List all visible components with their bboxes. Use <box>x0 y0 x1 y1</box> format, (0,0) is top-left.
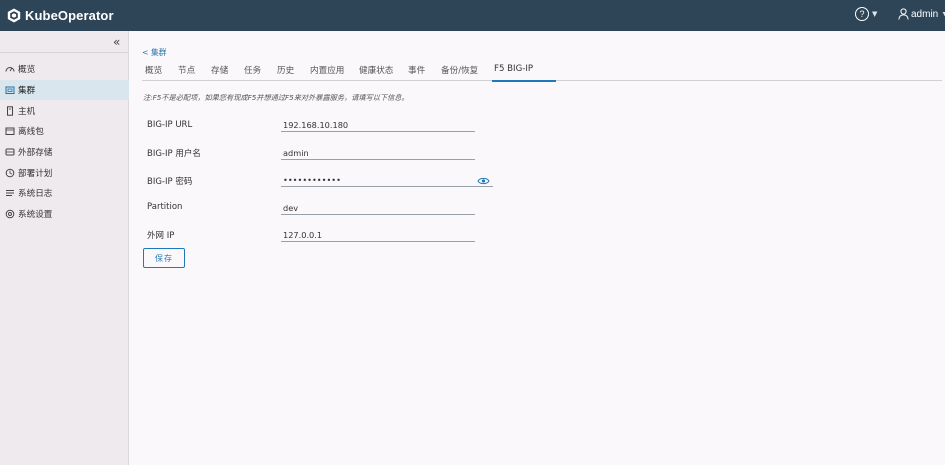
bigip-user-label: BIG-IP 用户名 <box>147 149 201 159</box>
plan-icon <box>5 168 15 178</box>
tab-bar: 概览 节点 存储 任务 历史 内置应用 健康状态 事件 备份/恢复 F5 BIG… <box>142 64 942 82</box>
sidebar-item-log[interactable]: 系统日志 <box>0 183 129 204</box>
user-icon <box>898 8 909 20</box>
chevron-down-icon: ▼ <box>872 10 878 18</box>
chevron-down-icon: ▼ <box>941 10 945 18</box>
bigip-user-input[interactable] <box>281 147 475 160</box>
public-ip-input[interactable] <box>281 229 475 242</box>
sidebar-item-label: 部署计划 <box>18 168 53 179</box>
user-name: admin <box>911 8 939 20</box>
sidebar-item-label: 集群 <box>18 86 36 97</box>
storage-icon <box>5 147 15 157</box>
cluster-icon <box>5 85 15 95</box>
sidebar-item-label: 系统设置 <box>18 210 53 221</box>
host-icon <box>5 106 15 116</box>
gear-icon <box>5 209 15 219</box>
back-to-cluster-link[interactable]: < 集群 <box>142 47 167 58</box>
sidebar-item-cluster[interactable]: 集群 <box>0 79 129 101</box>
package-icon <box>5 126 15 136</box>
sidebar-nav: 概览 集群 主机 离线包 外部存储 部署计划 系统日志 系统设置 <box>0 59 129 225</box>
partition-input[interactable] <box>281 202 475 215</box>
partition-label: Partition <box>147 202 183 212</box>
bigip-url-input[interactable] <box>281 119 475 132</box>
tab-builtin-apps[interactable]: 内置应用 <box>310 64 359 81</box>
tab-storage[interactable]: 存储 <box>211 64 244 81</box>
sidebar-divider <box>0 52 129 53</box>
tab-tasks[interactable]: 任务 <box>244 64 277 81</box>
user-menu[interactable]: admin ▼ <box>898 8 945 20</box>
sidebar-item-label: 系统日志 <box>18 189 53 200</box>
sidebar-item-settings[interactable]: 系统设置 <box>0 204 129 225</box>
sidebar-item-package[interactable]: 离线包 <box>0 121 129 142</box>
tab-nodes[interactable]: 节点 <box>178 64 211 81</box>
sidebar-item-host[interactable]: 主机 <box>0 100 129 121</box>
public-ip-label: 外网 IP <box>147 231 175 241</box>
top-header: KubeOperator ? ▼ admin ▼ <box>0 0 945 31</box>
sidebar-item-label: 外部存储 <box>18 148 53 159</box>
sidebar-item-overview[interactable]: 概览 <box>0 59 129 80</box>
tab-backup-restore[interactable]: 备份/恢复 <box>441 64 494 81</box>
speedometer-icon <box>5 64 15 74</box>
sidebar-item-storage[interactable]: 外部存储 <box>0 142 129 163</box>
tab-events[interactable]: 事件 <box>408 64 441 81</box>
bigip-url-label: BIG-IP URL <box>147 120 193 130</box>
app-logo[interactable]: KubeOperator <box>7 7 114 23</box>
app-title: KubeOperator <box>25 7 114 23</box>
save-button[interactable]: 保存 <box>143 248 185 268</box>
sidebar: « 概览 集群 主机 离线包 外部存储 部署计划 系统日志 系统设置 <box>0 31 129 465</box>
bigip-password-input[interactable] <box>281 174 493 187</box>
tab-health[interactable]: 健康状态 <box>359 64 408 81</box>
tab-f5-bigip[interactable]: F5 BIG-IP <box>492 64 556 82</box>
sidebar-item-label: 离线包 <box>18 127 44 138</box>
help-icon: ? <box>855 7 869 21</box>
help-menu[interactable]: ? ▼ <box>855 7 877 21</box>
sidebar-item-label: 概览 <box>18 65 36 76</box>
eye-icon[interactable] <box>477 176 490 186</box>
bigip-password-label: BIG-IP 密码 <box>147 177 193 187</box>
sidebar-item-plan[interactable]: 部署计划 <box>0 162 129 183</box>
f5-note: 注:F5不是必配项，如果您有现成F5并想通过F5来对外暴露服务，请填写以下信息。 <box>143 93 409 102</box>
sidebar-item-label: 主机 <box>18 106 36 117</box>
tab-history[interactable]: 历史 <box>277 64 310 81</box>
tab-overview[interactable]: 概览 <box>145 64 178 81</box>
collapse-sidebar-icon[interactable]: « <box>113 35 120 49</box>
hexagon-logo-icon <box>7 8 21 22</box>
main-content: < 集群 概览 节点 存储 任务 历史 内置应用 健康状态 事件 备份/恢复 F… <box>130 31 945 465</box>
log-icon <box>5 188 15 198</box>
